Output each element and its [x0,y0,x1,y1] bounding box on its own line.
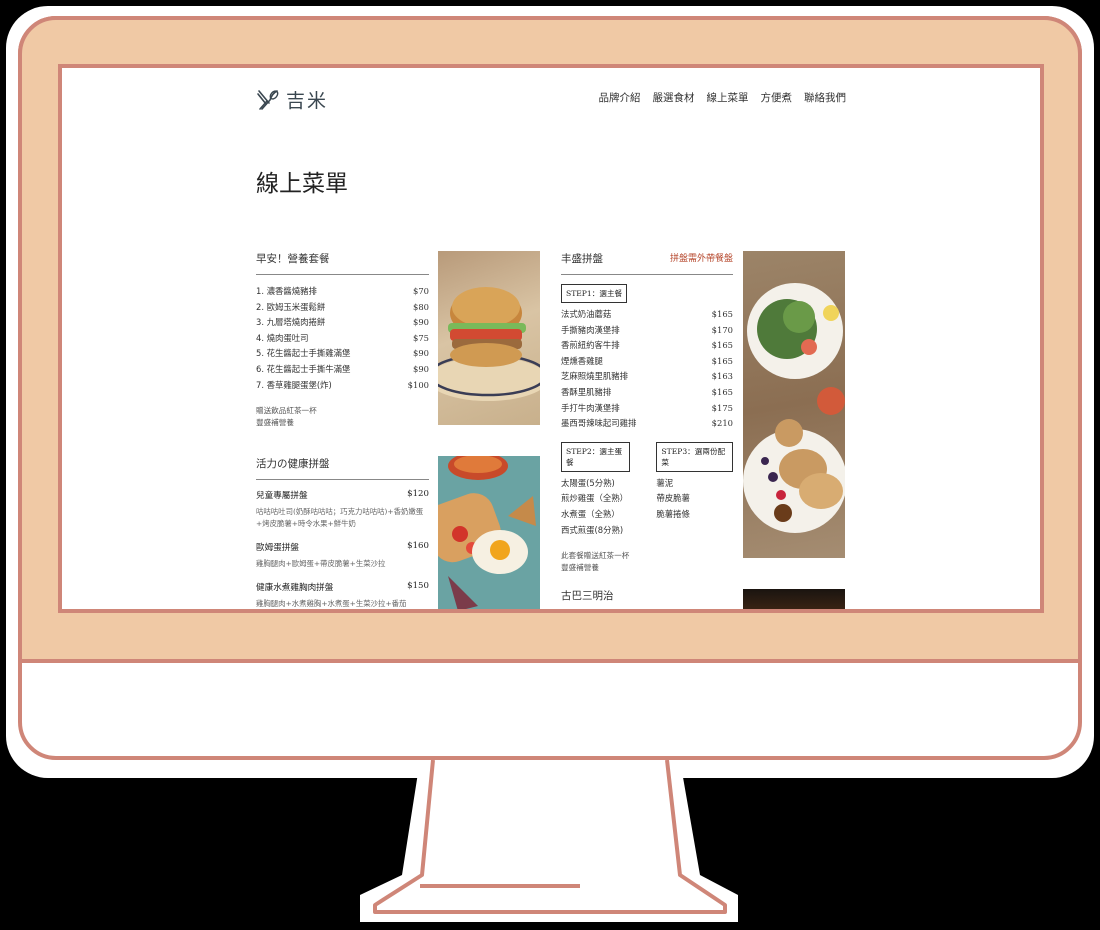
menu-item: 法式奶油蘑菇 $165 [561,309,733,319]
burger-photo [438,251,540,425]
menu-item: 4. 燒肉蛋吐司 $75 [256,332,429,343]
healthy-item: 健康水煮雞胸肉拼盤 $150 雞胸腿肉+水煮雞胸+水煮蛋+生菜沙拉+番茄 [256,581,429,608]
sandwich-section: 古巴三明治 [561,588,733,609]
menu-item: 芝麻照燒里肌豬排 $163 [561,371,733,382]
menu-item: 5. 花生醬起士手撕雞滿堡 $90 [256,348,429,359]
page-title: 線上菜單 [256,171,348,197]
steps-2-3: STEP2：選主蛋餐 太陽蛋(5分熟) 煎炒雞蛋（全熟） 水煮蛋（全熟） 西式煎… [561,441,733,538]
egg-platter-photo [438,456,540,609]
menu-item: 香酥里肌豬排 $165 [561,386,733,397]
section-title: 早安！營養套餐 [256,251,429,275]
menu-item: 太陽蛋(5分熟) [561,477,615,488]
platter-note: 拼盤需外帶餐盤 [669,254,733,264]
menu-item: 煎炒雞蛋（全熟） [561,493,628,504]
menu-item: 脆薯捲條 [656,508,690,519]
platter-notes: 此套餐贈送紅茶一杯 豐盛補營養 [561,551,630,573]
menu-item: 6. 花生醬起士手撕牛滿堡 $90 [256,363,429,374]
step1-badge: STEP1：選主餐 [561,281,733,303]
breakfast-section: 早安！營養套餐 1. 濃香醬燒豬排 $70 2. 歐姆玉米蛋鬆餅 $80 3. 九層… [256,251,429,429]
menu-item: 3. 九層塔燒肉捲餅 $90 [256,317,429,328]
website-screen: 吉米 品牌介紹 嚴選食材 線上菜單 方便煮 聯絡我們 線上菜單 早安！營養套餐 … [62,68,1040,609]
menu-item: 帶皮脆薯 [656,493,690,504]
main-nav: 品牌介紹 嚴選食材 線上菜單 方便煮 聯絡我們 [599,90,847,105]
sandwich-photo [743,589,845,609]
healthy-section: 活力の健康拼盤 兒童專屬拼盤 $120 咕咕咕吐司(奶酥咕咕咕；巧克力咕咕咕)+香… [256,456,429,609]
menu-item: 煙燻香雞腿 $165 [561,355,733,366]
menu-item: 薯泥 [656,477,674,488]
brand-name: 吉米 [286,90,329,112]
nav-item-brand[interactable]: 品牌介紹 [599,90,641,105]
platter-section: 丰盛拼盤 拼盤需外帶餐盤 STEP1：選主餐 法式奶油蘑菇 $165 手撕豬肉漢堡… [561,251,733,574]
step3-group: STEP3：選兩份配菜 薯泥 帶皮脆薯 脆薯捲條 [656,441,733,538]
menu-item: 水煮蛋（全熟） [561,508,620,519]
utensils-icon [257,89,279,110]
section-title: 活力の健康拼盤 [256,456,429,480]
menu-item: 手打牛肉漢堡排 $175 [561,402,733,413]
nav-item-menu[interactable]: 線上菜單 [707,90,749,105]
section-title: 丰盛拼盤 拼盤需外帶餐盤 [561,251,733,275]
brand-logo[interactable]: 吉米 [256,86,328,113]
menu-item: 香煎紐約客牛排 $165 [561,340,733,351]
menu-item: 西式煎蛋(8分熟) [561,524,624,535]
menu-item: 7. 香草雞腿蛋堡(炸) $100 [256,379,429,390]
nav-item-easy-cook[interactable]: 方便煮 [761,90,793,105]
menu-item: 2. 歐姆玉米蛋鬆餅 $80 [256,301,429,312]
section-title: 古巴三明治 [561,590,614,602]
menu-item: 墨西哥辣味起司雞排 $210 [561,418,733,429]
breakfast-list: 1. 濃香醬燒豬排 $70 2. 歐姆玉米蛋鬆餅 $80 3. 九層塔燒肉捲餅 $90… [256,284,429,393]
menu-item: 手撕豬肉漢堡排 $170 [561,324,733,335]
step2-group: STEP2：選主蛋餐 太陽蛋(5分熟) 煎炒雞蛋（全熟） 水煮蛋（全熟） 西式煎… [561,441,631,538]
nav-item-contact[interactable]: 聯絡我們 [804,90,846,105]
breakfast-notes: 贈送飲品紅茶一杯 豐盛補營養 [256,406,317,428]
healthy-item: 歐姆蛋拼盤 $160 雞胸腿肉+歐姆蛋+帶皮脆薯+生菜沙拉 [256,541,429,568]
menu-item: 1. 濃香醬燒豬排 $70 [256,286,429,296]
healthy-item: 兒童專屬拼盤 $120 咕咕咕吐司(奶酥咕咕咕；巧克力咕咕咕)+香奶嫩蛋+烤皮脆薯… [256,489,429,528]
step1-list: 法式奶油蘑菇 $165 手撕豬肉漢堡排 $170 香煎紐約客牛排 $165 煙燻香雞腿… [561,307,733,432]
pancake-photo [743,251,845,558]
nav-item-ingredients[interactable]: 嚴選食材 [653,90,695,105]
